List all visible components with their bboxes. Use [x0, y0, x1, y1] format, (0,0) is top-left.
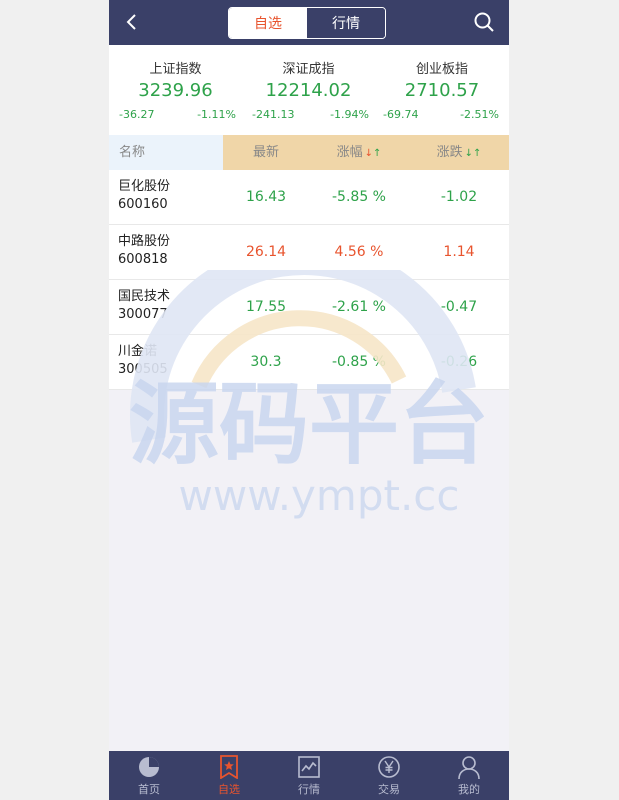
stock-last-price: 16.43 — [245, 189, 287, 205]
table-row[interactable]: 国民技术 300077 17.55 -2.61 % -0.47 — [109, 280, 509, 335]
nav-label: 首页 — [138, 783, 160, 796]
view-segment-control: 自选 行情 — [228, 7, 386, 39]
table-row[interactable]: 巨化股份 600160 16.43 -5.85 % -1.02 — [109, 170, 509, 225]
stock-code: 300077 — [118, 307, 168, 322]
stock-change-percent: -5.85 % — [332, 189, 386, 205]
stock-change-percent: -0.85 % — [332, 354, 386, 370]
nav-profile[interactable]: 我的 — [429, 751, 509, 800]
stock-change: -0.26 — [440, 354, 478, 370]
stock-change-percent: -2.61 % — [332, 299, 386, 315]
column-header-chg[interactable]: 涨跌 ↓↑ — [409, 135, 509, 170]
back-arrow-icon[interactable] — [121, 11, 143, 33]
table-row[interactable]: 中路股份 600818 26.14 4.56 % 1.14 — [109, 225, 509, 280]
stock-name-cell: 川金诺 300505 — [118, 343, 168, 379]
nav-label: 交易 — [378, 783, 400, 796]
index-shenzhen[interactable]: 深证成指 12214.02 -241.13 -1.94% — [242, 45, 375, 135]
watermark-url: www.ympt.cc — [179, 471, 460, 520]
pie-chart-icon — [139, 757, 159, 777]
column-header-last: 最新 — [252, 145, 279, 160]
index-shanghai[interactable]: 上证指数 3239.96 -36.27 -1.11% — [109, 45, 242, 135]
yen-coin-icon — [378, 756, 400, 778]
stock-change-percent: 4.56 % — [334, 244, 384, 260]
nav-watchlist[interactable]: 自选 — [189, 751, 269, 800]
index-change: -241.13 — [252, 108, 295, 121]
stock-name-cell: 国民技术 300077 — [118, 288, 170, 324]
index-value: 3239.96 — [138, 80, 213, 101]
nav-market[interactable]: 行情 — [269, 751, 349, 800]
sort-icon: ↓↑ — [364, 148, 382, 159]
index-name: 深证成指 — [282, 62, 335, 77]
column-header-pct-label: 涨幅 — [336, 145, 363, 160]
stock-name-cell: 中路股份 600818 — [118, 233, 170, 269]
index-change: -36.27 — [119, 108, 155, 121]
column-header-name: 名称 — [109, 135, 223, 170]
index-summary: 上证指数 3239.96 -36.27 -1.11% 深证成指 12214.02… — [109, 45, 509, 135]
top-bar: 自选 行情 — [109, 0, 509, 45]
table-header: 名称 最新 涨幅 ↓↑ 涨跌 ↓↑ — [109, 135, 509, 170]
table-row[interactable]: 川金诺 300505 30.3 -0.85 % -0.26 — [109, 335, 509, 390]
nav-label: 行情 — [298, 783, 320, 796]
index-name: 创业板指 — [415, 62, 468, 77]
bookmark-star-icon — [220, 755, 238, 779]
line-chart-icon — [298, 756, 320, 778]
tab-watchlist[interactable]: 自选 — [229, 8, 307, 38]
index-chinext[interactable]: 创业板指 2710.57 -69.74 -2.51% — [375, 45, 509, 135]
stock-name-cell: 巨化股份 600160 — [118, 178, 170, 214]
column-header-chg-label: 涨跌 — [436, 145, 463, 160]
sort-icon: ↓↑ — [464, 148, 482, 159]
stock-name: 国民技术 — [118, 289, 171, 304]
user-icon — [458, 756, 480, 779]
index-value: 2710.57 — [404, 80, 480, 101]
nav-label: 我的 — [458, 783, 480, 796]
column-header-pct[interactable]: 涨幅 ↓↑ — [309, 135, 409, 170]
index-percent: -1.11% — [197, 108, 236, 121]
stock-name: 川金诺 — [118, 344, 158, 359]
nav-label: 自选 — [218, 783, 240, 796]
stock-change: -0.47 — [440, 299, 478, 315]
bottom-nav: 首页 自选 行情 交易 我的 — [109, 751, 509, 800]
index-percent: -2.51% — [460, 108, 499, 121]
stock-code: 600818 — [118, 252, 168, 267]
stock-name: 中路股份 — [118, 234, 171, 249]
stock-last-price: 26.14 — [245, 244, 287, 260]
stock-change: -1.02 — [440, 189, 478, 205]
stock-change: 1.14 — [443, 244, 475, 260]
nav-trade[interactable]: 交易 — [349, 751, 429, 800]
index-name: 上证指数 — [149, 62, 202, 77]
index-change: -69.74 — [383, 108, 419, 121]
app-screen: 自选 行情 上证指数 3239.96 -36.27 -1.11% 深证成指 12… — [109, 0, 509, 800]
index-percent: -1.94% — [330, 108, 369, 121]
tab-market[interactable]: 行情 — [307, 8, 385, 38]
stock-code: 300505 — [118, 362, 168, 377]
nav-home[interactable]: 首页 — [109, 751, 189, 800]
index-value: 12214.02 — [265, 80, 352, 101]
stock-list: 巨化股份 600160 16.43 -5.85 % -1.02 中路股份 600… — [109, 170, 509, 390]
stock-last-price: 17.55 — [245, 299, 287, 315]
stock-name: 巨化股份 — [118, 179, 171, 194]
stock-code: 600160 — [118, 197, 168, 212]
search-icon[interactable] — [473, 11, 495, 33]
stock-last-price: 30.3 — [250, 354, 282, 370]
